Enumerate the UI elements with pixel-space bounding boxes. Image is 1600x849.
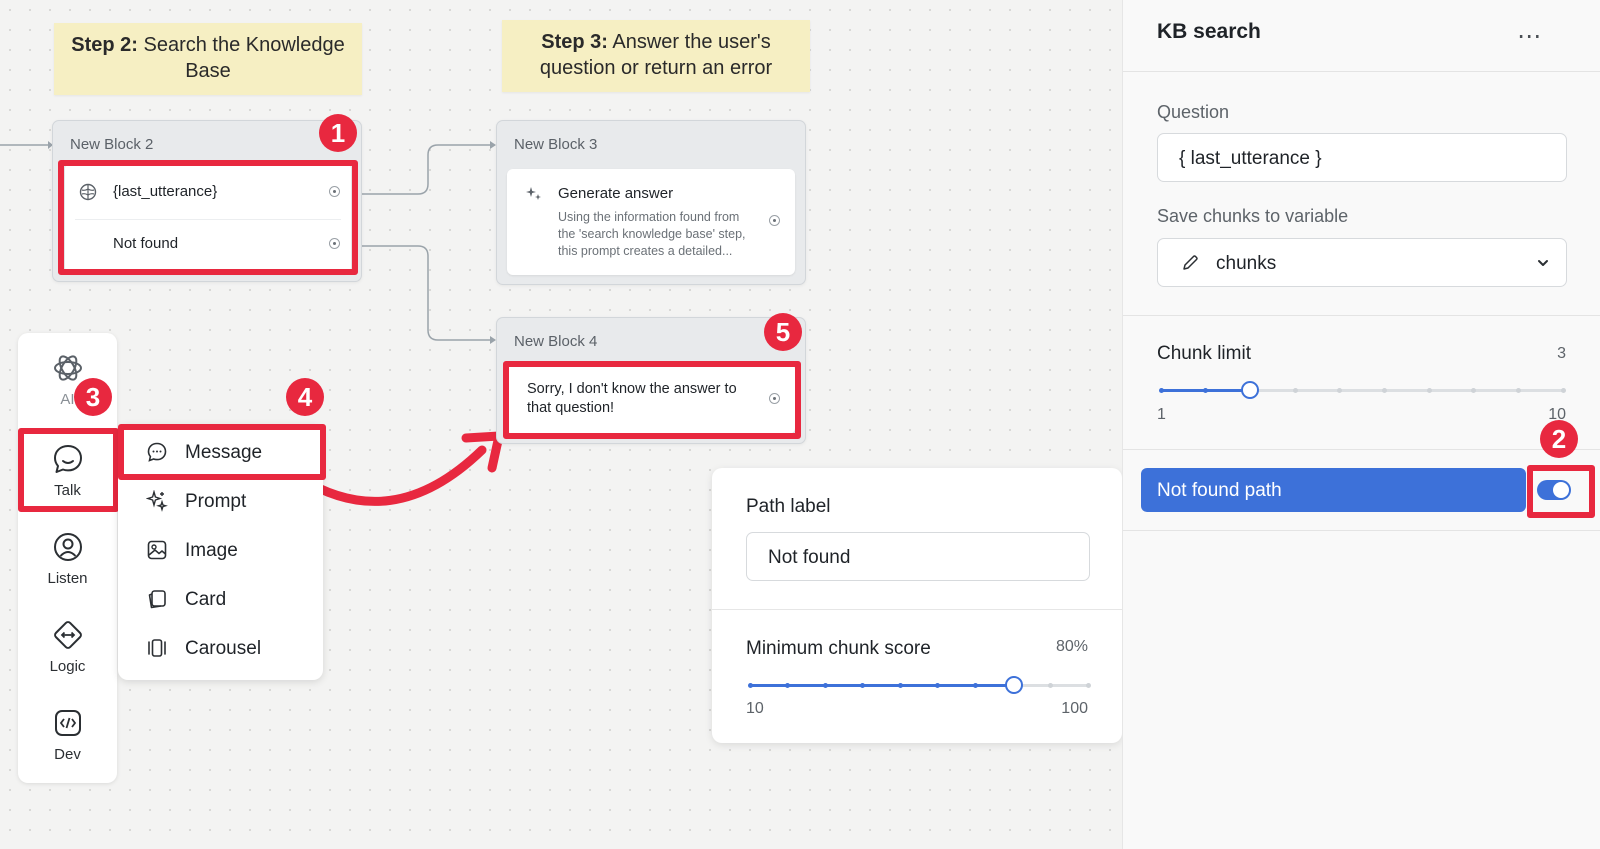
message-icon	[147, 442, 167, 462]
port-generate-answer[interactable]	[769, 215, 780, 226]
block-title: New Block 3	[514, 136, 598, 153]
slider-tick	[1085, 683, 1091, 688]
sticky-note-step2[interactable]: Step 2: Search the Knowledge Base	[54, 23, 362, 95]
slider-tick	[747, 683, 753, 688]
slider-tick	[785, 683, 791, 688]
toolbar-item-logic[interactable]: Logic	[18, 618, 117, 675]
kb-search-editor-panel: KB search ⋯ Question { last_utterance } …	[1122, 0, 1600, 849]
block-new-block-4[interactable]: New Block 4 Sorry, I don't know the answ…	[496, 317, 806, 444]
editor-title: KB search	[1157, 20, 1261, 43]
slider-max-label: 100	[1061, 700, 1088, 717]
sparkle-icon	[526, 187, 541, 200]
chevron-down-icon	[1538, 260, 1548, 266]
path-settings-popover: Path label Not found Minimum chunk score…	[712, 468, 1122, 743]
sparkle-icon	[146, 490, 168, 512]
toolbar-item-listen[interactable]: Listen	[18, 530, 117, 587]
not-found-path-row[interactable]: Not found path	[1141, 468, 1526, 512]
slider-tick	[1158, 388, 1164, 393]
annotation-badge-1: 1	[319, 114, 357, 152]
brain-icon	[79, 183, 97, 201]
toolbar-item-talk[interactable]: Talk	[18, 442, 117, 499]
question-label: Question	[1157, 102, 1230, 122]
slider-tick	[972, 683, 978, 688]
min-chunk-score-slider[interactable]	[747, 676, 1091, 694]
annotation-badge-4: 4	[286, 378, 324, 416]
message-step-card[interactable]: Sorry, I don't know the answer to that q…	[507, 364, 795, 434]
port-not-found[interactable]	[329, 238, 340, 249]
menu-item-image[interactable]: Image	[118, 528, 323, 572]
save-chunks-select[interactable]: chunks	[1157, 238, 1567, 287]
slider-tick	[822, 683, 828, 688]
toolbar-item-dev[interactable]: Dev	[18, 706, 117, 763]
slider-tick	[1292, 388, 1298, 393]
min-chunk-score-value: 80%	[1055, 638, 1088, 655]
image-icon	[147, 540, 167, 560]
row-divider	[75, 219, 341, 220]
toggle-thumb	[1553, 482, 1569, 498]
slider-tick	[935, 683, 941, 688]
menu-item-prompt[interactable]: Prompt	[118, 479, 323, 523]
slider-tick	[1203, 388, 1209, 393]
user-circle-icon	[53, 533, 82, 561]
question-input[interactable]: { last_utterance }	[1157, 133, 1567, 182]
slider-tick	[897, 683, 903, 688]
sticky-note-step3[interactable]: Step 3: Answer the user's question or re…	[502, 20, 810, 92]
message-text: Sorry, I don't know the answer to that q…	[527, 381, 737, 416]
not-found-path-toggle[interactable]	[1537, 480, 1571, 500]
path-label-not-found: Not found	[113, 235, 179, 252]
step-title: Generate answer	[558, 185, 674, 202]
chunk-limit-label: Chunk limit	[1157, 343, 1251, 364]
port-message[interactable]	[769, 393, 780, 404]
kb-search-step-card[interactable]: {last_utterance} Not found	[65, 163, 351, 273]
pencil-icon	[1183, 255, 1198, 270]
path-label-last-utterance: {last_utterance}	[113, 183, 218, 200]
annotation-badge-5: 5	[764, 313, 802, 351]
slider-tick	[1471, 388, 1477, 393]
path-label-heading: Path label	[746, 496, 831, 517]
openai-icon	[53, 355, 82, 381]
slider-min-label: 10	[746, 700, 764, 717]
chunk-limit-value: 3	[1557, 345, 1566, 362]
min-chunk-score-label: Minimum chunk score	[746, 638, 931, 659]
slider-tick	[1515, 388, 1521, 393]
card-icon	[148, 590, 166, 609]
talk-steps-menu: Message Prompt Image Card Carousel	[118, 424, 323, 680]
path-label-input[interactable]: Not found	[746, 532, 1090, 581]
port-last-utterance[interactable]	[329, 186, 340, 197]
divider	[1123, 449, 1600, 450]
divider	[1123, 315, 1600, 316]
generate-answer-step-card[interactable]: Generate answer Using the information fo…	[507, 169, 795, 275]
block-new-block-3[interactable]: New Block 3 Generate answer Using the in…	[496, 120, 806, 285]
more-options-icon[interactable]: ⋯	[1517, 22, 1542, 51]
slider-knob[interactable]	[1004, 676, 1023, 694]
block-title: New Block 4	[514, 333, 598, 350]
slider-knob[interactable]	[1241, 381, 1260, 399]
chat-bubble-icon	[53, 445, 82, 473]
divider	[1123, 71, 1600, 72]
slider-tick	[1337, 388, 1343, 393]
chunk-limit-slider[interactable]	[1158, 381, 1566, 399]
slider-tick	[1426, 388, 1432, 393]
menu-item-message[interactable]: Message	[118, 430, 323, 474]
menu-item-carousel[interactable]: Carousel	[118, 626, 323, 670]
slider-tick	[860, 683, 866, 688]
panel-divider	[712, 609, 1122, 610]
menu-item-card[interactable]: Card	[118, 577, 323, 621]
carousel-icon	[148, 639, 166, 657]
diamond-arrows-icon	[53, 621, 82, 649]
block-title: New Block 2	[70, 136, 154, 153]
block-new-block-2[interactable]: New Block 2 {last_utterance} Not found	[52, 120, 362, 282]
divider	[1123, 530, 1600, 531]
annotation-badge-2: 2	[1540, 420, 1578, 458]
chunk-min-label: 1	[1157, 406, 1166, 423]
slider-tick	[1047, 683, 1053, 688]
slider-tick	[1560, 388, 1566, 393]
code-icon	[54, 710, 81, 736]
slider-tick	[1381, 388, 1387, 393]
annotation-badge-3: 3	[74, 378, 112, 416]
step-description: Using the information found from the 'se…	[558, 210, 746, 258]
save-chunks-label: Save chunks to variable	[1157, 206, 1349, 226]
